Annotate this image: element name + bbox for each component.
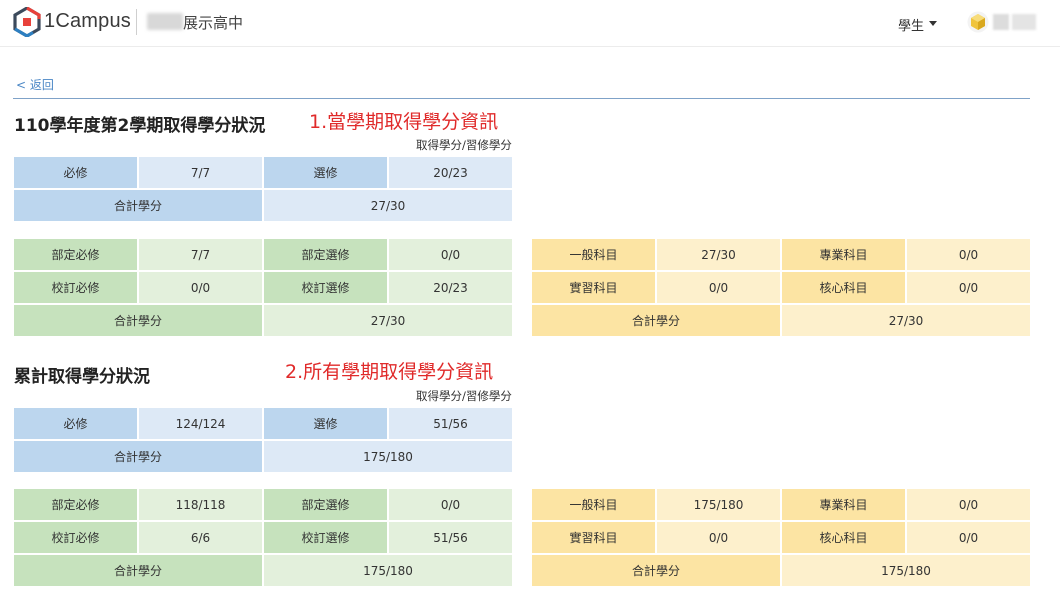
- professional-subject-label: 專業科目: [782, 489, 905, 520]
- 1campus-logo-icon[interactable]: [13, 7, 41, 37]
- legend-text: 取得學分/習修學分: [416, 389, 512, 403]
- school-elective-label: 校訂選修: [264, 272, 387, 303]
- national-required-label: 部定必修: [14, 239, 137, 270]
- subject-type-credits-table: 一般科目 175/180 專業科目 0/0 實習科目 0/0 核心科目 0/0 …: [532, 489, 1030, 586]
- total-label: 合計學分: [14, 305, 262, 336]
- total-label: 合計學分: [532, 305, 780, 336]
- divider-line: [13, 98, 1030, 99]
- national-required-label: 部定必修: [14, 489, 137, 520]
- national-elective-label: 部定選修: [264, 239, 387, 270]
- total-label: 合計學分: [14, 441, 262, 472]
- role-dropdown[interactable]: 學生: [898, 15, 924, 34]
- national-elective-label: 部定選修: [264, 489, 387, 520]
- school-name: 展示高中: [183, 14, 244, 32]
- category-credits-table: 部定必修 118/118 部定選修 0/0 校訂必修 6/6 校訂選修 51/5…: [14, 489, 512, 586]
- general-subject-label: 一般科目: [532, 239, 655, 270]
- required-value: 7/7: [139, 157, 262, 188]
- top-navbar: 1Campus 展示高中 學生: [0, 0, 1060, 47]
- back-link[interactable]: < 返回: [16, 76, 54, 93]
- national-required-value: 118/118: [139, 489, 262, 520]
- section-title-cumulative: 累計取得學分狀況: [14, 367, 150, 387]
- professional-subject-label: 專業科目: [782, 239, 905, 270]
- annotation-semester: 1.當學期取得學分資訊: [309, 111, 499, 133]
- practicum-subject-label: 實習科目: [532, 522, 655, 553]
- total-label: 合計學分: [14, 190, 262, 221]
- practicum-subject-value: 0/0: [657, 272, 780, 303]
- elective-label: 選修: [264, 157, 387, 188]
- core-subject-label: 核心科目: [782, 272, 905, 303]
- required-label: 必修: [14, 408, 137, 439]
- general-subject-value: 27/30: [657, 239, 780, 270]
- core-subject-value: 0/0: [907, 272, 1030, 303]
- brand-name[interactable]: 1Campus: [44, 10, 131, 33]
- core-subject-label: 核心科目: [782, 522, 905, 553]
- professional-subject-value: 0/0: [907, 239, 1030, 270]
- total-label: 合計學分: [14, 555, 262, 586]
- school-elective-value: 20/23: [389, 272, 512, 303]
- total-value: 175/180: [264, 441, 512, 472]
- school-elective-label: 校訂選修: [264, 522, 387, 553]
- national-required-value: 7/7: [139, 239, 262, 270]
- category-credits-table: 部定必修 7/7 部定選修 0/0 校訂必修 0/0 校訂選修 20/23 合計…: [14, 239, 512, 336]
- general-subject-label: 一般科目: [532, 489, 655, 520]
- core-subject-value: 0/0: [907, 522, 1030, 553]
- section-title-semester: 110學年度第2學期取得學分狀況: [14, 116, 266, 136]
- practicum-subject-value: 0/0: [657, 522, 780, 553]
- caret-down-icon[interactable]: [929, 21, 937, 26]
- user-name-redacted: [993, 14, 1009, 30]
- total-value: 175/180: [264, 555, 512, 586]
- practicum-subject-label: 實習科目: [532, 272, 655, 303]
- school-required-value: 0/0: [139, 272, 262, 303]
- total-label: 合計學分: [532, 555, 780, 586]
- elective-value: 51/56: [389, 408, 512, 439]
- required-value: 124/124: [139, 408, 262, 439]
- required-label: 必修: [14, 157, 137, 188]
- summary-credits-table: 必修 124/124 選修 51/56 合計學分 175/180: [14, 408, 512, 472]
- school-required-label: 校訂必修: [14, 272, 137, 303]
- national-elective-value: 0/0: [389, 239, 512, 270]
- total-value: 27/30: [782, 305, 1030, 336]
- school-name-redacted: [147, 13, 183, 30]
- total-value: 27/30: [264, 190, 512, 221]
- total-value: 27/30: [264, 305, 512, 336]
- elective-value: 20/23: [389, 157, 512, 188]
- annotation-cumulative: 2.所有學期取得學分資訊: [285, 361, 494, 383]
- school-required-label: 校訂必修: [14, 522, 137, 553]
- header-divider: [136, 9, 137, 35]
- school-required-value: 6/6: [139, 522, 262, 553]
- subject-type-credits-table: 一般科目 27/30 專業科目 0/0 實習科目 0/0 核心科目 0/0 合計…: [532, 239, 1030, 336]
- user-avatar-icon[interactable]: [967, 11, 989, 33]
- school-elective-value: 51/56: [389, 522, 512, 553]
- elective-label: 選修: [264, 408, 387, 439]
- total-value: 175/180: [782, 555, 1030, 586]
- professional-subject-value: 0/0: [907, 489, 1030, 520]
- general-subject-value: 175/180: [657, 489, 780, 520]
- legend-text: 取得學分/習修學分: [416, 138, 512, 152]
- summary-credits-table: 必修 7/7 選修 20/23 合計學分 27/30: [14, 157, 512, 221]
- national-elective-value: 0/0: [389, 489, 512, 520]
- user-name-redacted: [1012, 14, 1036, 30]
